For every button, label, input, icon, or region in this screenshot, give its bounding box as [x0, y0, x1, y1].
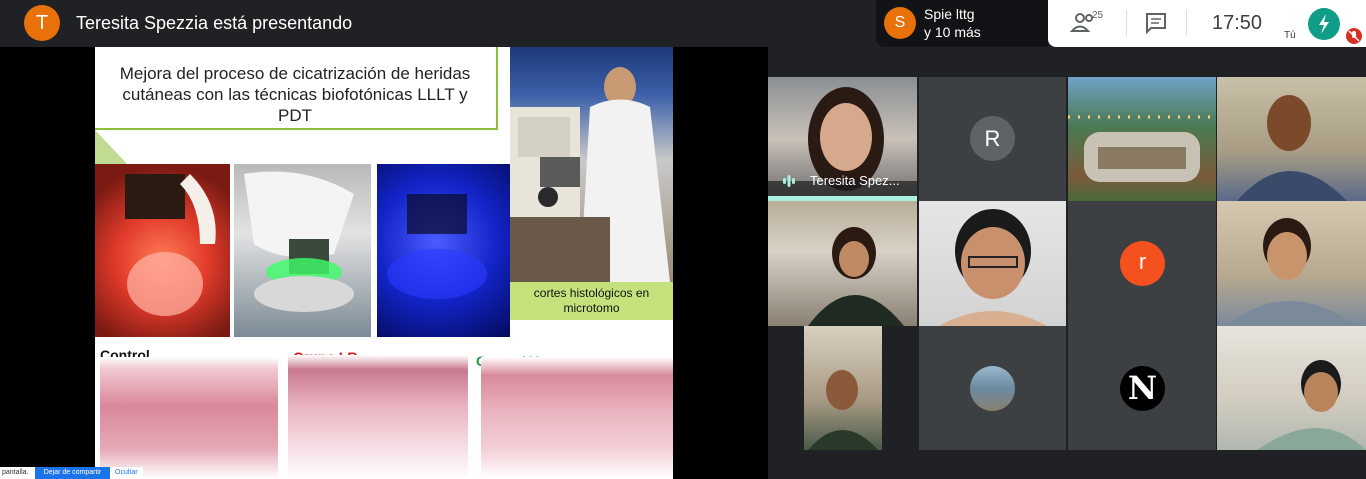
divider — [1126, 10, 1127, 36]
presentation-slide: Mejora del proceso de cicatrización de h… — [95, 47, 673, 479]
participant-tile-9[interactable] — [768, 326, 917, 450]
participant-count: 25 — [1092, 10, 1104, 21]
histology-lr — [288, 355, 468, 479]
presenter-avatar: T — [24, 5, 60, 41]
other-participant-name: Spie lttg — [924, 6, 975, 22]
green-laser-photo — [234, 164, 371, 337]
participant-name: Teresita Spez... — [810, 173, 900, 188]
participant-tile-5[interactable] — [768, 201, 917, 326]
participant-tile-4[interactable] — [1217, 77, 1366, 201]
participant-video — [1237, 95, 1347, 201]
participant-video — [1068, 115, 1216, 182]
participant-tile-backyard[interactable] — [1068, 77, 1216, 201]
participant-tile-8[interactable] — [1217, 201, 1366, 326]
participant-video — [804, 326, 882, 450]
participant-video — [939, 209, 1047, 326]
participant-tile-landscape[interactable] — [919, 326, 1066, 450]
hide-button[interactable]: Ocultar — [115, 469, 138, 476]
avatar: S — [884, 7, 916, 39]
participant-video — [1227, 218, 1357, 326]
microtome-photo — [510, 47, 673, 282]
histology-lv — [481, 357, 673, 479]
clock: 17:50 — [1212, 12, 1263, 34]
stop-sharing-button[interactable]: Dejar de compartir — [35, 467, 110, 479]
participant-video — [1257, 360, 1366, 450]
participant-video — [808, 227, 904, 326]
self-avatar[interactable] — [1308, 8, 1340, 40]
participant-avatar: N — [1120, 366, 1165, 411]
blue-light-photo — [377, 164, 510, 337]
red-laser-photo — [95, 164, 230, 337]
lightning-icon — [1319, 14, 1329, 34]
chat-icon[interactable] — [1144, 12, 1168, 34]
self-label: Tú — [1284, 30, 1296, 41]
presentation-stage: Mejora del proceso de cicatrización de h… — [0, 47, 768, 479]
presenting-banner: Teresita Spezzia está presentando — [76, 13, 353, 33]
slide-title: Mejora del proceso de cicatrización de h… — [119, 64, 471, 125]
top-bar: T Teresita Spezzia está presentando S Sp… — [0, 0, 1366, 47]
mic-muted-icon — [1346, 28, 1362, 44]
participant-tile-r-lower[interactable]: r — [1068, 201, 1216, 326]
participant-tile-6[interactable] — [919, 201, 1066, 326]
participant-avatar: R — [970, 116, 1015, 161]
participant-tile-12[interactable] — [1217, 326, 1366, 450]
photo-caption: cortes histológicos en microtomo — [533, 286, 650, 315]
divider — [1186, 10, 1187, 36]
participant-tile-r-upper[interactable]: R — [919, 77, 1066, 201]
participant-avatar: r — [1120, 241, 1165, 286]
others-count: y 10 más — [924, 24, 981, 40]
meeting-controls-panel: 25 17:50 Tú — [1048, 0, 1366, 47]
other-participants-chip[interactable]: S Spie lttg y 10 más — [876, 0, 1048, 47]
participant-tile-n[interactable]: N — [1068, 326, 1216, 450]
histology-control — [100, 357, 278, 479]
share-bar-text: pantalla. — [2, 469, 29, 476]
participant-avatar-landscape — [970, 366, 1015, 411]
audio-level-icon — [783, 175, 795, 187]
screen-share-bar: pantalla. Dejar de compartir Ocultar — [0, 467, 143, 479]
